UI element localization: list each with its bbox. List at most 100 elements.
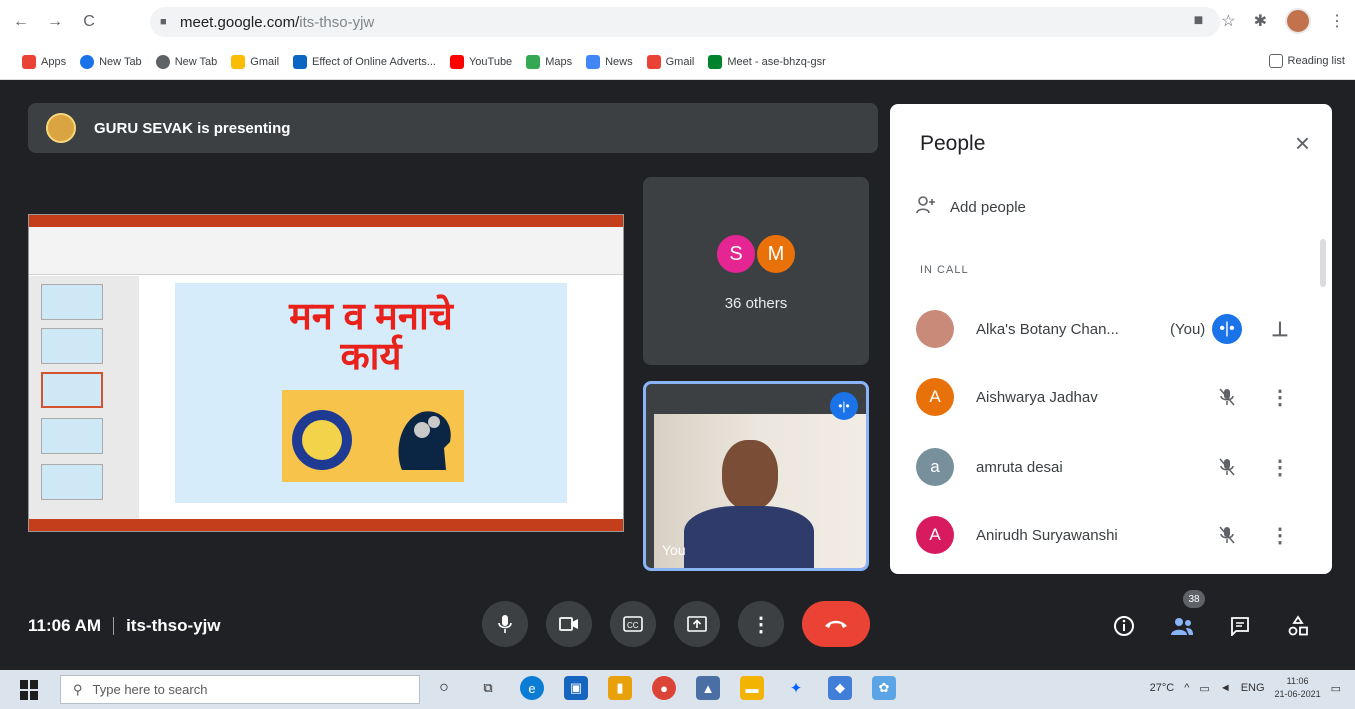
participant-avatar-s: S [715, 233, 757, 275]
more-options-icon[interactable]: ⋮ [1268, 520, 1292, 550]
dropbox-icon[interactable]: ✦ [784, 676, 808, 700]
self-label: You [662, 542, 686, 558]
add-people-button[interactable]: Add people [916, 196, 1026, 218]
mic-off-icon [1212, 520, 1242, 550]
reading-list-icon [1268, 54, 1283, 68]
meeting-controls-bar: 11:06 AM its-thso-yjw CC ⋮ 38 [0, 586, 1355, 670]
people-icon[interactable] [1168, 612, 1196, 640]
others-count-label: 36 others [724, 295, 788, 312]
store-icon[interactable]: ▣ [564, 676, 588, 700]
back-button[interactable]: ← [8, 9, 34, 35]
bookmark-apps[interactable]: Apps [22, 54, 66, 69]
camera-icon[interactable]: ■ [1194, 12, 1204, 30]
task-view-icon[interactable]: ⧉ [476, 676, 500, 700]
presenting-text: GURU SEVAK is presenting [94, 119, 291, 137]
bookmark-maps[interactable]: Maps [526, 54, 572, 69]
participant-row[interactable]: a amruta desai ⋮ [916, 444, 1316, 490]
app-icon-3[interactable]: ◆ [828, 676, 852, 700]
more-options-icon[interactable]: ⋮ [1268, 382, 1292, 412]
app-icon-4[interactable]: ✿ [872, 676, 896, 700]
app-icon-2[interactable]: ▲ [696, 676, 720, 700]
people-panel-title: People [920, 132, 986, 155]
close-icon[interactable]: × [1295, 130, 1310, 156]
taskbar-clock[interactable]: 11:06 21-06-2021 [1275, 675, 1321, 701]
url-path: its-thso-yjw [299, 13, 375, 31]
presenter-avatar [46, 113, 76, 143]
more-options-icon[interactable]: ⋮ [1268, 452, 1292, 482]
add-person-icon [916, 196, 936, 218]
taskbar-search[interactable]: ⚲ Type here to search [60, 675, 420, 704]
bookmark-meet[interactable]: Meet - ase-bhzq-gsr [708, 54, 826, 69]
present-screen-button[interactable] [674, 601, 720, 647]
network-icon[interactable]: ▭ [1199, 682, 1209, 695]
windows-taskbar: ⚲ Type here to search ○ ⧉ e ▣ ▮ ● ▲ ▬ ✦ … [0, 670, 1355, 709]
profile-avatar[interactable] [1285, 8, 1311, 34]
more-options-button[interactable]: ⋮ [738, 601, 784, 647]
panel-scrollbar[interactable] [1320, 239, 1326, 287]
screen-share: मन व मनाचे कार्य [28, 214, 624, 532]
participant-avatar [916, 310, 954, 348]
bookmark-youtube[interactable]: YouTube [449, 54, 512, 69]
meeting-info: 11:06 AM its-thso-yjw [28, 616, 221, 636]
self-camera-feed [654, 414, 866, 568]
taskbar-apps: ○ ⧉ e ▣ ▮ ● ▲ ▬ ✦ ◆ ✿ [432, 676, 896, 700]
tray-chevron-icon[interactable]: ^ [1184, 682, 1189, 694]
captions-button[interactable]: CC [610, 601, 656, 647]
edge-icon[interactable]: e [520, 676, 544, 700]
volume-icon[interactable]: ◄ [1220, 682, 1231, 694]
bookmark-new-tab-2[interactable]: New Tab [155, 54, 217, 69]
ppt-ribbon [29, 215, 623, 275]
leave-call-button[interactable] [802, 601, 870, 647]
participant-row[interactable]: A Anirudh Suryawanshi ⋮ [916, 512, 1316, 558]
language-indicator[interactable]: ENG [1241, 682, 1265, 694]
participant-avatar-m: M [755, 233, 797, 275]
reload-button[interactable]: C [76, 9, 102, 35]
mic-off-icon [1212, 382, 1242, 412]
bookmark-article[interactable]: Effect of Online Adverts... [293, 54, 436, 69]
speaking-indicator-icon: •|• [830, 392, 858, 420]
cortana-icon[interactable]: ○ [432, 676, 456, 700]
bookmarks-bar: Apps New Tab New Tab Gmail Effect of Onl… [0, 44, 1355, 80]
menu-icon[interactable]: ⋮ [1329, 11, 1345, 31]
chat-icon[interactable] [1226, 612, 1254, 640]
camera-button[interactable] [546, 601, 592, 647]
chrome-icon[interactable]: ● [652, 676, 676, 700]
participant-name: Aishwarya Jadhav [976, 388, 1098, 406]
meeting-code: its-thso-yjw [126, 616, 221, 635]
system-tray: 27°C ^ ▭ ◄ ENG 11:06 21-06-2021 ▭ [1150, 675, 1341, 701]
others-tile[interactable]: S M 36 others [643, 177, 869, 365]
bookmark-gmail-g[interactable]: Gmail [231, 54, 279, 69]
participant-avatar: A [916, 516, 954, 554]
participant-name: Alka's Botany Chan... [976, 320, 1119, 338]
windows-start-icon[interactable] [20, 679, 40, 700]
address-bar[interactable]: ■ meet.google.com/its-thso-yjw [150, 7, 1220, 37]
participant-row[interactable]: A Aishwarya Jadhav ⋮ [916, 374, 1316, 420]
participant-name: amruta desai [976, 458, 1063, 476]
bookmark-gmail[interactable]: Gmail [646, 54, 694, 69]
notification-icon[interactable]: ▭ [1331, 682, 1341, 695]
self-video-tile[interactable]: •|• You [643, 381, 869, 571]
browser-toolbar: ← → C ■ meet.google.com/its-thso-yjw ■ ☆… [0, 0, 1355, 44]
people-count-badge: 38 [1183, 590, 1205, 608]
microphone-button[interactable] [482, 601, 528, 647]
star-icon[interactable]: ☆ [1221, 11, 1235, 31]
url-host: meet.google.com/ [180, 13, 300, 31]
forward-button[interactable]: → [42, 9, 68, 35]
slide-title: मन व मनाचे कार्य [289, 296, 453, 378]
lock-icon: ■ [160, 16, 167, 28]
participant-row[interactable]: Alka's Botany Chan... (You) •|• ⊥ [916, 306, 1316, 352]
bookmark-new-tab[interactable]: New Tab [80, 54, 142, 69]
app-icon[interactable]: ▮ [608, 676, 632, 700]
participant-avatar: A [916, 378, 954, 416]
mic-off-icon [1212, 452, 1242, 482]
weather-text[interactable]: 27°C [1150, 682, 1175, 694]
file-explorer-icon[interactable]: ▬ [740, 676, 764, 700]
activities-icon[interactable] [1284, 612, 1312, 640]
bookmark-news[interactable]: News [586, 54, 633, 69]
extensions-icon[interactable]: ✱ [1254, 11, 1267, 31]
info-icon[interactable] [1110, 612, 1138, 640]
reading-list-button[interactable]: Reading list [1268, 54, 1345, 68]
you-tag: (You) [1170, 320, 1206, 338]
in-call-header: IN CALL [920, 264, 969, 276]
pin-icon[interactable]: ⊥ [1268, 314, 1292, 344]
